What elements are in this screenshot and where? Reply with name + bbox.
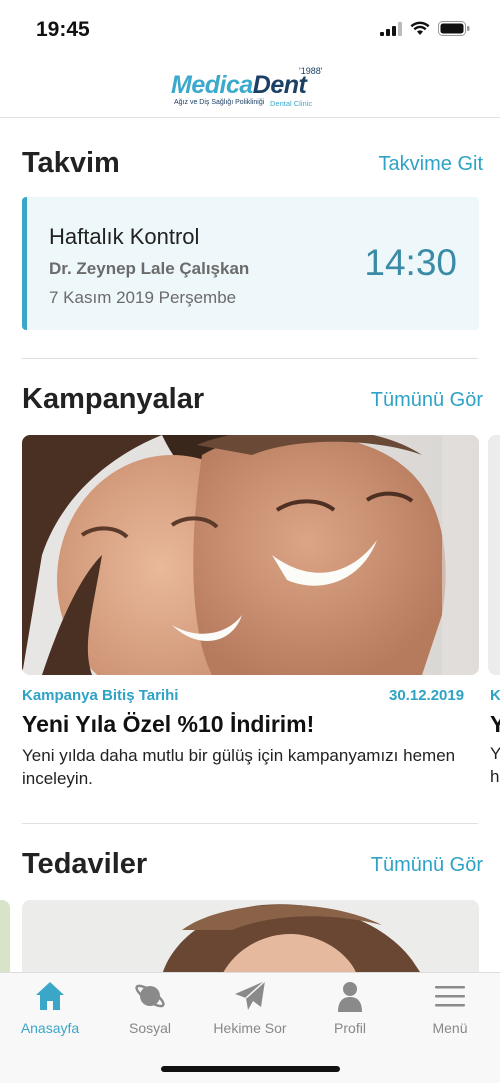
- appointment-time: 14:30: [364, 242, 457, 283]
- appointment-doctor: Dr. Zeynep Lale Çalışkan: [49, 259, 250, 278]
- menu-icon: [435, 986, 465, 1007]
- paper-plane-icon: [235, 980, 266, 1010]
- campaign-end-label: Kampanya Bitiş Tarihi: [22, 687, 179, 704]
- appointment-date: 7 Kasım 2019 Perşembe: [49, 288, 237, 307]
- app-header: MedicaDent '1988' Ağız ve Diş Sağlığı Po…: [0, 60, 500, 118]
- logo-year: '1988': [299, 66, 323, 76]
- battery-icon: [438, 21, 470, 36]
- home-icon: [36, 982, 64, 1010]
- logo-tagline: Ağız ve Diş Sağlığı Polikliniği: [174, 99, 265, 106]
- tab-ask-doctor[interactable]: Hekime Sor: [200, 973, 300, 1043]
- tab-label-profile: Profil: [334, 1020, 366, 1036]
- person-icon: [338, 982, 362, 1012]
- planet-icon: [135, 984, 165, 1008]
- go-to-calendar-link[interactable]: Takvime Git: [379, 153, 483, 176]
- next-campaign-desc-line2: h: [490, 767, 500, 786]
- divider: [22, 358, 478, 359]
- appointment-card[interactable]: Haftalık Kontrol Dr. Zeynep Lale Çalışka…: [22, 197, 479, 330]
- medicadent-logo: MedicaDent '1988' Ağız ve Diş Sağlığı Po…: [171, 66, 331, 112]
- next-campaign-desc-line1: Y: [490, 744, 500, 763]
- logo-tagline-secondary: Dental Clinic: [270, 99, 313, 108]
- campaigns-section-title: Kampanyalar: [22, 383, 205, 415]
- signal-icon: [380, 21, 402, 36]
- tab-profile[interactable]: Profil: [300, 973, 400, 1043]
- appointment-title: Haftalık Kontrol: [49, 224, 200, 249]
- status-time: 19:45: [36, 18, 90, 41]
- tab-label-home: Anasayfa: [20, 1020, 80, 1036]
- logo-wordmark: MedicaDent: [171, 71, 307, 99]
- tab-home[interactable]: Anasayfa: [0, 973, 100, 1043]
- treatments-section-title: Tedaviler: [22, 848, 148, 880]
- next-campaign-title: Y: [490, 711, 500, 737]
- treatments-see-all-link[interactable]: Tümünü Gör: [371, 854, 483, 877]
- status-icons: [380, 21, 470, 36]
- divider: [22, 823, 478, 824]
- tab-label-menu: Menü: [432, 1020, 468, 1036]
- tab-social[interactable]: Sosyal: [100, 973, 200, 1043]
- campaign-title[interactable]: Yeni Yıla Özel %10 İndirim!: [22, 711, 314, 738]
- wifi-icon: [410, 21, 430, 35]
- previous-treatment-image[interactable]: [0, 900, 10, 975]
- tab-label-ask-doctor: Hekime Sor: [213, 1020, 287, 1036]
- status-bar: 19:45: [0, 0, 500, 60]
- campaign-description: Yeni yılda daha mutlu bir gülüş için kam…: [22, 746, 456, 788]
- home-indicator[interactable]: [161, 1066, 340, 1072]
- next-campaign-image[interactable]: [488, 435, 500, 675]
- tab-menu[interactable]: Menü: [400, 973, 500, 1043]
- calendar-section-title: Takvim: [22, 147, 120, 179]
- campaign-image[interactable]: [22, 435, 479, 675]
- treatment-image[interactable]: [22, 900, 479, 975]
- tab-label-social: Sosyal: [128, 1020, 172, 1036]
- next-campaign-meta: K: [490, 687, 500, 704]
- campaigns-see-all-link[interactable]: Tümünü Gör: [371, 389, 483, 412]
- campaign-end-date: 30.12.2019: [389, 687, 465, 704]
